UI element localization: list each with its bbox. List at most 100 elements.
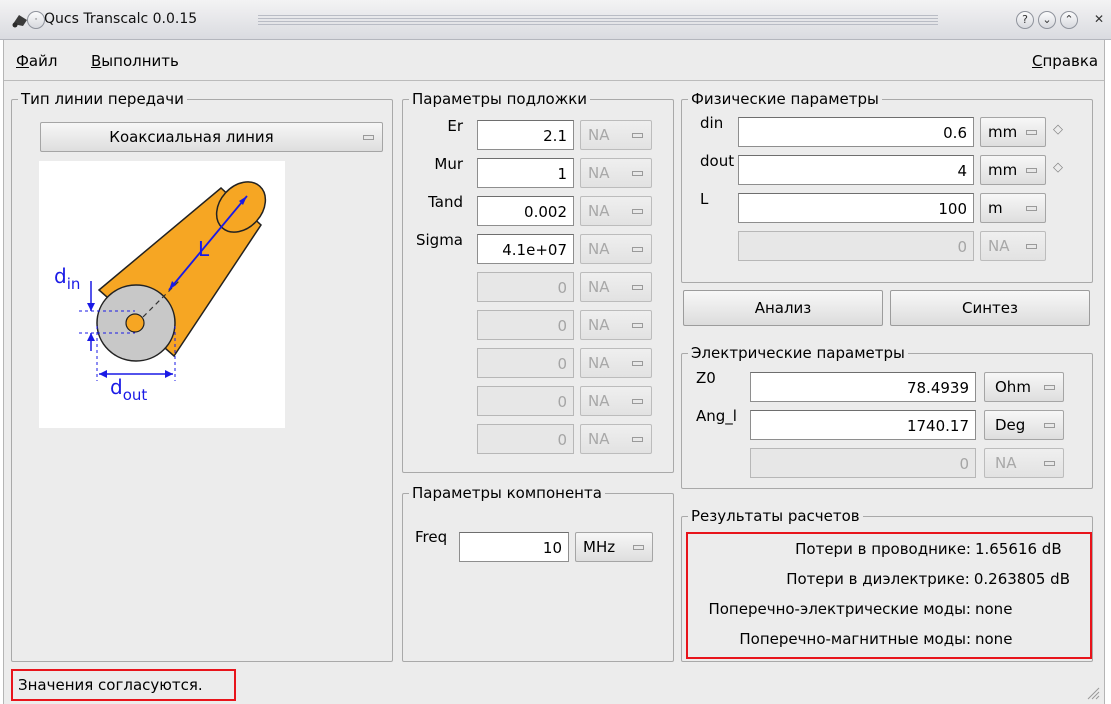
- chevron-down-icon: [1044, 461, 1055, 466]
- help-button[interactable]: ?: [1016, 11, 1034, 29]
- sticky-button[interactable]: ·: [27, 11, 45, 29]
- mur-input[interactable]: 1: [477, 158, 574, 188]
- din-subscript: in: [67, 275, 81, 293]
- er-label: Er: [447, 117, 463, 135]
- phys-param-4-unit-select[interactable]: NA: [980, 231, 1046, 261]
- l-label: L: [700, 190, 709, 208]
- result-row: Потери в диэлектрике: 0.263805 dB: [688, 570, 1074, 588]
- menu-separator: [4, 80, 1104, 81]
- component-group: Параметры компонента Freq 10 MHz: [402, 484, 674, 662]
- sigma-input[interactable]: 4.1e+07: [477, 234, 574, 264]
- dout-unit-select-value: mm: [988, 161, 1018, 179]
- er-input[interactable]: 2.1: [477, 120, 574, 150]
- din-unit-select-value: mm: [988, 123, 1018, 141]
- l-unit-select-value: m: [988, 199, 1003, 217]
- elec-param-3-unit-select[interactable]: NA: [984, 448, 1064, 478]
- param-5-unit-select-value: NA: [588, 278, 610, 296]
- menu-file[interactable]: Файл: [16, 52, 57, 70]
- chevron-down-icon: [1026, 168, 1037, 173]
- coax-cylinder-illustration: L din dout: [54, 181, 267, 404]
- din-unit-select[interactable]: mm: [980, 117, 1046, 147]
- ang-l-input[interactable]: 1740.17: [750, 410, 976, 440]
- chevron-down-icon: [632, 171, 643, 176]
- param-6-input[interactable]: 0: [477, 310, 574, 340]
- param-8-input[interactable]: 0: [477, 386, 574, 416]
- param-9-unit-select[interactable]: NA: [580, 424, 652, 454]
- minimize-button[interactable]: ⌄: [1038, 11, 1056, 29]
- coax-diagram: L din dout: [39, 161, 285, 428]
- tand-input[interactable]: 0.002: [477, 196, 574, 226]
- result-label: Потери в диэлектрике:: [786, 570, 970, 588]
- menu-help[interactable]: Справка: [1032, 52, 1098, 70]
- freq-input[interactable]: 10: [459, 532, 569, 562]
- synthesize-button[interactable]: Синтез: [890, 290, 1090, 326]
- sigma-unit-select[interactable]: NA: [580, 234, 652, 264]
- chevron-down-icon: [1026, 206, 1037, 211]
- er-unit-select-value: NA: [588, 126, 610, 144]
- param-8-unit-select[interactable]: NA: [580, 386, 652, 416]
- er-unit-select[interactable]: NA: [580, 120, 652, 150]
- din-input[interactable]: 0.6: [738, 117, 974, 147]
- chevron-down-icon: [632, 361, 643, 366]
- main-window: Файл Выполнить Справка Тип линии передач…: [3, 40, 1105, 704]
- substrate-group: Параметры подложки Er 2.1 NA Mur 1 NA Tand 0.00…: [402, 90, 674, 473]
- svg-text:din: din: [54, 264, 80, 293]
- param-9-input[interactable]: 0: [477, 424, 574, 454]
- analyze-button[interactable]: Анализ: [683, 290, 883, 326]
- param-6-unit-select[interactable]: NA: [580, 310, 652, 340]
- phys-param-4-unit-select-value: NA: [988, 237, 1010, 255]
- mur-unit-select[interactable]: NA: [580, 158, 652, 188]
- result-value: 1.65616 dB: [975, 540, 1062, 558]
- sigma-label: Sigma: [415, 231, 463, 249]
- param-7-input[interactable]: 0: [477, 348, 574, 378]
- title-bar[interactable]: · Qucs Transcalc 0.0.15 ? ⌄ ⌃ ✕: [0, 0, 1111, 40]
- z0-unit-select-value: Ohm: [995, 378, 1031, 396]
- title-grip: [258, 15, 938, 25]
- freq-unit-select[interactable]: MHz: [575, 532, 653, 562]
- component-title: Параметры компонента: [409, 484, 605, 502]
- physical-title: Физические параметры: [688, 90, 882, 108]
- menu-run[interactable]: Выполнить: [91, 52, 179, 70]
- result-row: Поперечно-электрические моды: none: [688, 600, 1074, 618]
- result-value: 0.263805 dB: [973, 570, 1070, 588]
- line-type-select[interactable]: Коаксиальная линия: [40, 122, 383, 152]
- resize-grip-icon[interactable]: [1086, 686, 1100, 700]
- results-title: Результаты расчетов: [688, 507, 863, 525]
- z0-input[interactable]: 78.4939: [750, 372, 976, 402]
- line-type-group: Тип линии передачи Коаксиальная линия L: [11, 90, 393, 662]
- param-7-unit-select[interactable]: NA: [580, 348, 652, 378]
- result-label: Поперечно-магнитные моды:: [739, 630, 971, 648]
- mur-label: Mur: [434, 155, 463, 173]
- din-label: d: [54, 264, 67, 288]
- diamond-toggle-icon[interactable]: ◇: [1053, 122, 1063, 137]
- chevron-down-icon: [1026, 130, 1037, 135]
- phys-param-4-input[interactable]: 0: [738, 231, 974, 261]
- dout-label: d: [110, 375, 123, 399]
- chevron-down-icon: [1044, 423, 1055, 428]
- tand-unit-select[interactable]: NA: [580, 196, 652, 226]
- result-value: none: [975, 630, 1013, 648]
- chevron-down-icon: [1044, 385, 1055, 390]
- dout-unit-select[interactable]: mm: [980, 155, 1046, 185]
- result-label: Потери в проводнике:: [795, 540, 971, 558]
- z0-unit-select[interactable]: Ohm: [984, 372, 1064, 402]
- maximize-button[interactable]: ⌃: [1060, 11, 1078, 29]
- param-5-unit-select[interactable]: NA: [580, 272, 652, 302]
- l-input[interactable]: 100: [738, 193, 974, 223]
- tand-unit-select-value: NA: [588, 202, 610, 220]
- param-7-unit-select-value: NA: [588, 354, 610, 372]
- elec-param-3-unit-select-value: NA: [995, 454, 1017, 472]
- chevron-down-icon: [1026, 244, 1037, 249]
- status-bar: Значения согласуются.: [11, 669, 236, 701]
- physical-group: Физические параметры din 0.6 mm ◇ dout 4 mm ◇ L 1…: [681, 90, 1093, 283]
- param-5-input[interactable]: 0: [477, 272, 574, 302]
- chevron-down-icon: [632, 247, 643, 252]
- dout-label: dout: [700, 152, 735, 170]
- dout-input[interactable]: 4: [738, 155, 974, 185]
- ang-l-unit-select[interactable]: Deg: [984, 410, 1064, 440]
- param-8-unit-select-value: NA: [588, 392, 610, 410]
- diamond-toggle-icon[interactable]: ◇: [1053, 160, 1063, 175]
- l-unit-select[interactable]: m: [980, 193, 1046, 223]
- elec-param-3-input[interactable]: 0: [750, 448, 976, 478]
- close-button[interactable]: ✕: [1090, 11, 1108, 29]
